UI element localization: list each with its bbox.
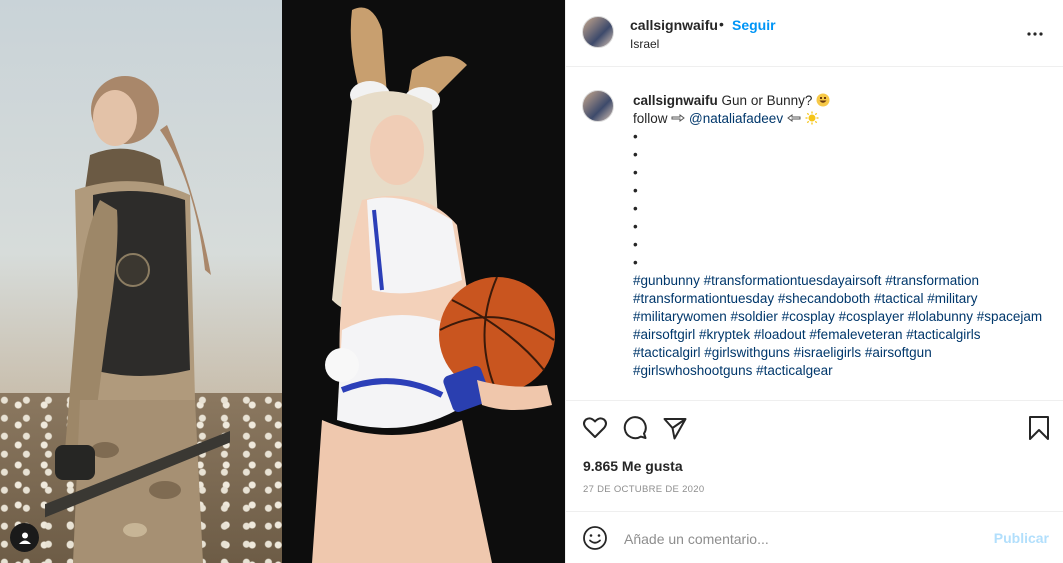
post-details-panel: callsignwaifu • Seguir Israel callsignwa… — [565, 0, 1063, 563]
hashtag[interactable]: #girlswhoshootguns — [633, 363, 752, 378]
bullet: • — [633, 201, 638, 216]
bullet: • — [633, 183, 638, 198]
hashtag[interactable]: #transformation — [885, 273, 979, 288]
post-header: callsignwaifu • Seguir Israel — [566, 0, 1063, 67]
likes-count[interactable]: 9.865 Me gusta — [583, 458, 683, 474]
hashtag[interactable]: #cosplay — [782, 309, 835, 324]
hashtag[interactable]: #tacticalgirls — [906, 327, 980, 342]
hashtag[interactable]: #tacticalgirl — [633, 345, 701, 360]
paper-plane-icon[interactable] — [662, 415, 688, 441]
sun-icon — [805, 111, 819, 125]
caption-username[interactable]: callsignwaifu — [633, 93, 718, 108]
post-media[interactable] — [0, 0, 565, 563]
photo-bunny-cosplay — [282, 0, 565, 563]
hashtag-line: #transformationtuesday #shecandoboth #ta… — [633, 290, 1053, 308]
user-tag-icon — [18, 532, 31, 544]
bullet: • — [633, 219, 638, 234]
caption-text: Gun or Bunny? — [721, 93, 813, 108]
comments-section: callsignwaifu Gun or Bunny? follow @nata… — [566, 67, 1063, 401]
hashtag-line: #airsoftgirl #kryptek #loadout #femaleve… — [633, 326, 1053, 344]
pointing-right-icon — [671, 114, 686, 122]
hashtag[interactable]: #kryptek — [699, 327, 750, 342]
hashtag[interactable]: #soldier — [731, 309, 778, 324]
comment-input[interactable] — [622, 526, 986, 552]
hashtag[interactable]: #transformationtuesdayairsoft — [704, 273, 882, 288]
hashtag[interactable]: #girlswithguns — [704, 345, 790, 360]
hashtag-line: #militarywomen #soldier #cosplay #cospla… — [633, 308, 1053, 326]
hashtag-line: #gunbunny #transformationtuesdayairsoft … — [633, 272, 1053, 290]
hashtag[interactable]: #spacejam — [977, 309, 1042, 324]
bunny-figure — [312, 7, 555, 563]
caption-avatar[interactable] — [582, 90, 614, 122]
post-caption: callsignwaifu Gun or Bunny? follow @nata… — [633, 92, 1053, 380]
action-bar — [566, 401, 1063, 451]
bullet: • — [633, 165, 638, 180]
publish-button[interactable]: Publicar — [994, 530, 1049, 546]
smiley-face-icon[interactable] — [582, 525, 608, 551]
avatar[interactable] — [582, 16, 614, 48]
hashtag[interactable]: #cosplayer — [839, 309, 904, 324]
bullet: • — [633, 129, 638, 144]
post-username[interactable]: callsignwaifu — [630, 17, 718, 33]
hashtag[interactable]: #gunbunny — [633, 273, 700, 288]
hashtag[interactable]: #transformationtuesday — [633, 291, 774, 306]
hashtag[interactable]: #shecandoboth — [778, 291, 870, 306]
hashtag[interactable]: #israeligirls — [794, 345, 862, 360]
hashtag-line: #tacticalgirl #girlswithguns #israeligir… — [633, 344, 1053, 362]
hashtag[interactable]: #airsoftgun — [865, 345, 932, 360]
pointing-left-icon — [787, 114, 801, 122]
mention-link[interactable]: @nataliafadeev — [689, 111, 783, 126]
bullet-lines: • • • • • • • • — [633, 128, 1053, 272]
follow-button[interactable]: Seguir — [732, 17, 776, 33]
hashtag[interactable]: #loadout — [754, 327, 806, 342]
more-options-button[interactable] — [1023, 22, 1047, 46]
follow-prefix: follow — [633, 111, 668, 126]
bullet: • — [633, 147, 638, 162]
post-date[interactable]: 27 de octubre de 2020 — [583, 484, 704, 495]
hashtag-line: #girlswhoshootguns #tacticalgear — [633, 362, 1053, 380]
hashtag[interactable]: #tactical — [874, 291, 924, 306]
soldier-figure — [45, 76, 230, 563]
hashtag[interactable]: #femaleveteran — [809, 327, 902, 342]
grinning-face-emoji-icon — [816, 93, 830, 107]
hashtag[interactable]: #tacticalgear — [756, 363, 833, 378]
hashtag[interactable]: #military — [927, 291, 977, 306]
hashtag[interactable]: #militarywomen — [633, 309, 727, 324]
photo-soldier — [0, 0, 282, 563]
comment-bar: Publicar — [566, 511, 1063, 563]
hashtag[interactable]: #lolabunny — [908, 309, 973, 324]
heart-icon[interactable] — [582, 415, 608, 441]
post-location[interactable]: Israel — [630, 37, 659, 51]
separator-dot: • — [719, 16, 724, 32]
bullet: • — [633, 237, 638, 252]
comment-bubble-icon[interactable] — [622, 415, 648, 441]
bullet: • — [633, 255, 638, 270]
more-horizontal-icon — [1027, 32, 1043, 36]
hashtag[interactable]: #airsoftgirl — [633, 327, 695, 342]
bookmark-icon[interactable] — [1026, 415, 1052, 441]
user-tag-indicator[interactable] — [10, 523, 39, 552]
